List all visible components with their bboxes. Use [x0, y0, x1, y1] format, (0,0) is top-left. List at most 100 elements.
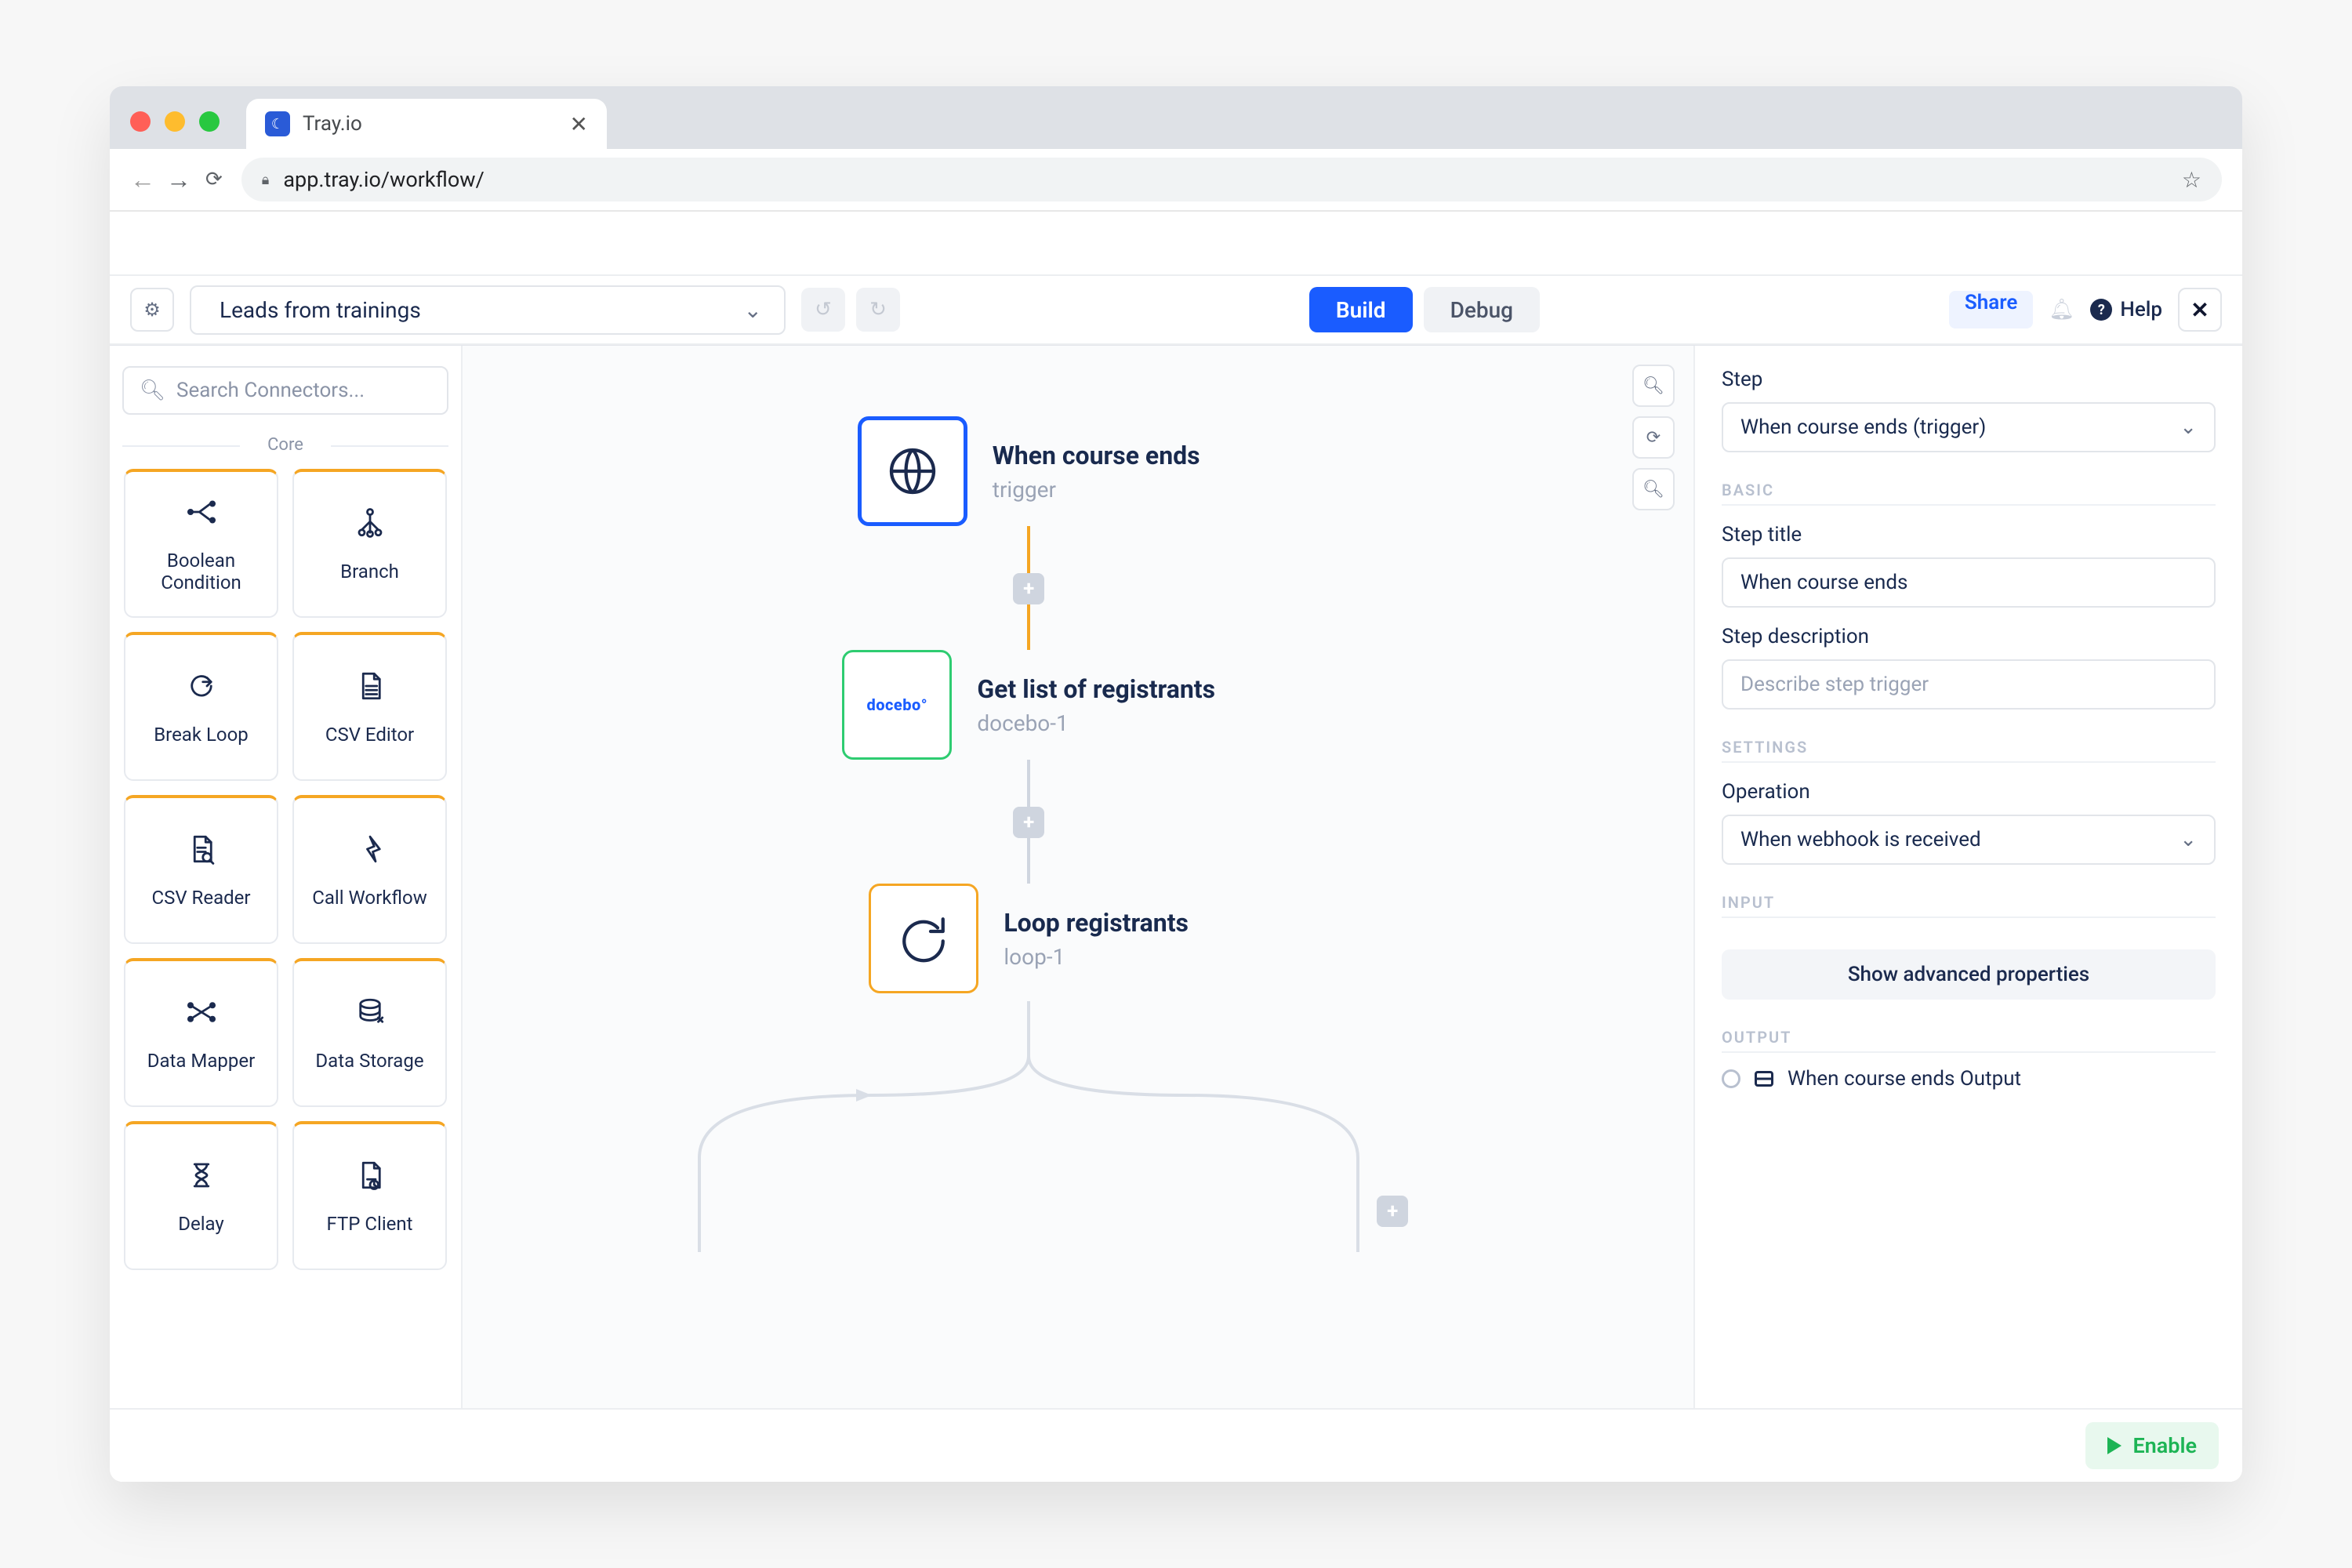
browser-toolbar: ← → ⟳ 🔒︎ app.tray.io/workflow/ ☆ — [110, 149, 2242, 212]
connector-tile-csv-reader[interactable]: CSV Reader — [124, 795, 278, 944]
zoom-in-button[interactable]: 🔍︎ — [1632, 365, 1675, 407]
footer-bar: Enable — [110, 1408, 2242, 1482]
share-button[interactable]: Share — [1949, 291, 2033, 328]
help-button[interactable]: ? Help — [2090, 298, 2162, 321]
close-panel-button[interactable]: ✕ — [2178, 288, 2222, 332]
node-loop[interactable]: Loop registrants loop-1 — [869, 884, 1189, 993]
zoom-fit-button[interactable]: ⟳ — [1632, 416, 1675, 459]
connector-tile-ftp-client[interactable]: FTP Client — [292, 1121, 447, 1270]
node-trigger-box — [858, 416, 967, 526]
forward-icon[interactable]: → — [166, 165, 191, 194]
reload-icon[interactable]: ⟳ — [205, 168, 223, 191]
canvas[interactable]: 🔍︎ ⟳ 🔍︎ When course ends — [463, 346, 1693, 1482]
workflow-selector[interactable]: Leads from trainings ⌄ — [190, 285, 786, 335]
operation-value: When webhook is received — [1740, 828, 1981, 851]
connector-tile-data-storage[interactable]: Data Storage — [292, 958, 447, 1107]
tab-build[interactable]: Build — [1309, 287, 1413, 332]
plus-icon: + — [1023, 577, 1034, 601]
back-icon[interactable]: ← — [130, 165, 155, 194]
omnibox[interactable]: 🔒︎ app.tray.io/workflow/ ☆ — [241, 158, 2222, 201]
csv-reader-icon — [185, 833, 218, 873]
connector-tile-branch[interactable]: Branch — [292, 469, 447, 618]
connector-tile-break-loop[interactable]: Break Loop — [124, 632, 278, 781]
tile-label: Delay — [178, 1213, 224, 1235]
window-minimize-dot[interactable] — [165, 111, 185, 132]
step-title-label: Step title — [1722, 523, 2216, 546]
data-mapper-icon — [185, 996, 218, 1036]
enable-button[interactable]: Enable — [2085, 1422, 2219, 1469]
node-title: Loop registrants — [1004, 908, 1189, 938]
tile-label: Data Mapper — [147, 1050, 255, 1072]
connector-tile-csv-editor[interactable]: CSV Editor — [292, 632, 447, 781]
search-placeholder: Search Connectors... — [176, 379, 365, 402]
tab-close-icon[interactable]: ✕ — [570, 111, 588, 137]
zoom-out-button[interactable]: 🔍︎ — [1632, 468, 1675, 510]
branch-icon — [354, 506, 387, 546]
window-zoom-dot[interactable] — [199, 111, 220, 132]
step-label: Step — [1722, 368, 2216, 391]
window-close-dot[interactable] — [130, 111, 151, 132]
settings-button[interactable]: ⚙ — [130, 288, 174, 332]
app: ⚙ Leads from trainings ⌄ ↺ ↻ Build Debug… — [110, 212, 2242, 1482]
workspace: 🔍︎ Search Connectors... Core Boolean Con… — [110, 345, 2242, 1482]
connector-tile-boolean-condition[interactable]: Boolean Condition — [124, 469, 278, 618]
add-branch-button[interactable]: + — [1377, 1196, 1408, 1227]
step-title-input[interactable]: When course ends — [1722, 557, 2216, 608]
redo-button[interactable]: ↻ — [856, 288, 900, 332]
chevron-down-icon: ⌄ — [744, 297, 762, 323]
browser-tab[interactable]: ☾ Tray.io ✕ — [246, 99, 607, 149]
url-text: app.tray.io/workflow/ — [283, 167, 484, 192]
chevron-down-icon: ⌄ — [2180, 416, 2197, 439]
tab-debug[interactable]: Debug — [1424, 287, 1540, 332]
undo-icon: ↺ — [815, 298, 832, 321]
zoom-out-icon: 🔍︎ — [1642, 480, 1664, 499]
canvas-controls: 🔍︎ ⟳ 🔍︎ — [1632, 365, 1675, 510]
connector-tile-data-mapper[interactable]: Data Mapper — [124, 958, 278, 1107]
boolean-condition-icon — [185, 495, 218, 535]
tab-title: Tray.io — [303, 112, 362, 136]
connector-line — [1027, 604, 1030, 650]
nav-arrows: ← → — [130, 165, 191, 194]
close-icon: ✕ — [2190, 297, 2209, 323]
operation-label: Operation — [1722, 780, 2216, 804]
node-trigger[interactable]: When course ends trigger — [858, 416, 1200, 526]
connector-tile-call-workflow[interactable]: Call Workflow — [292, 795, 447, 944]
connector-line — [1027, 838, 1030, 884]
tile-label: Branch — [340, 561, 399, 583]
object-icon — [1755, 1071, 1773, 1087]
step-desc-input[interactable]: Describe step trigger — [1722, 659, 2216, 710]
node-title: When course ends — [993, 441, 1200, 470]
data-storage-icon — [354, 996, 387, 1036]
node-subtitle: loop-1 — [1004, 944, 1189, 970]
plus-icon: + — [1023, 811, 1034, 834]
connector-tile-delay[interactable]: Delay — [124, 1121, 278, 1270]
advanced-properties-button[interactable]: Show advanced properties — [1722, 949, 2216, 1000]
gear-icon: ⚙ — [143, 299, 161, 321]
undo-button[interactable]: ↺ — [801, 288, 845, 332]
app-topbar: ⚙ Leads from trainings ⌄ ↺ ↻ Build Debug… — [110, 274, 2242, 345]
add-step-button[interactable]: + — [1013, 573, 1044, 604]
connector-line — [1027, 760, 1030, 807]
browser-window: ☾ Tray.io ✕ ← → ⟳ 🔒︎ app.tray.io/workflo… — [110, 86, 2242, 1482]
tile-label: Break Loop — [154, 724, 249, 746]
bookmark-star-icon[interactable]: ☆ — [2182, 167, 2201, 193]
output-item[interactable]: When course ends Output — [1722, 1067, 2216, 1091]
connector-search[interactable]: 🔍︎ Search Connectors... — [122, 366, 448, 415]
node-docebo-text: Get list of registrants docebo-1 — [977, 674, 1215, 736]
input-section: INPUT — [1722, 893, 2216, 918]
node-docebo[interactable]: docebo° Get list of registrants docebo-1 — [842, 650, 1215, 760]
operation-selector[interactable]: When webhook is received ⌄ — [1722, 815, 2216, 865]
connectors-panel: 🔍︎ Search Connectors... Core Boolean Con… — [110, 346, 463, 1482]
plus-icon: + — [1387, 1200, 1398, 1223]
basic-section: BASIC — [1722, 481, 2216, 506]
topbar-right: Share 🔔︎ ? Help ✕ — [1949, 288, 2222, 332]
connector-line — [1027, 526, 1030, 573]
workflow-name: Leads from trainings — [220, 297, 421, 323]
app-header-spacer — [110, 212, 2242, 274]
step-value: When course ends (trigger) — [1740, 416, 1986, 439]
step-selector[interactable]: When course ends (trigger) ⌄ — [1722, 402, 2216, 452]
bell-icon[interactable]: 🔔︎ — [2049, 298, 2074, 321]
play-icon — [2107, 1437, 2122, 1454]
add-step-button[interactable]: + — [1013, 807, 1044, 838]
node-subtitle: trigger — [993, 477, 1200, 503]
